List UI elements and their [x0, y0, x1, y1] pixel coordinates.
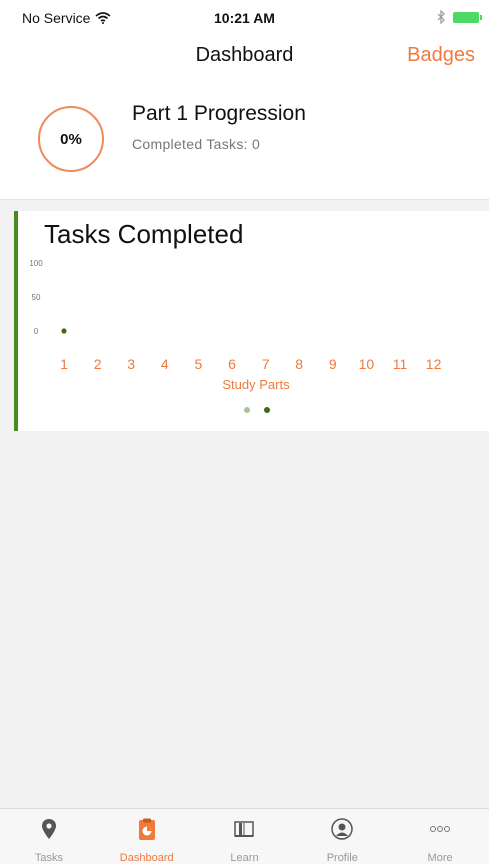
page-indicator-dot: [244, 407, 250, 413]
tasks-completed-card[interactable]: Tasks Completed 100 50 0 1 2 3 4 5 6 7 8 9 10 11 12 Stu…: [14, 211, 489, 431]
progress-percent: 0%: [60, 130, 82, 148]
y-tick-label: 100: [29, 259, 43, 268]
completed-tasks-label: Completed Tasks: 0: [132, 136, 261, 152]
map-pin-icon: [41, 819, 56, 839]
x-tick-label: 12: [426, 356, 442, 372]
tasks-chart: 1005001 2 3 4 5 6 7 8 9 10 11 12Study Parts: [29, 259, 442, 413]
status-bar: No Service 10:21 AM: [0, 0, 489, 36]
tab-profile[interactable]: Profile: [293, 809, 391, 864]
profile-icon: [331, 818, 354, 840]
page-indicator-dot: [264, 407, 270, 413]
tab-more[interactable]: More: [391, 809, 489, 864]
status-right: [437, 10, 482, 24]
x-tick-label: 1: [60, 356, 68, 372]
tab-tasks[interactable]: Tasks: [0, 809, 98, 864]
tab-label-more: More: [427, 852, 453, 864]
data-point: [61, 328, 67, 334]
tab-dashboard[interactable]: Dashboard: [98, 809, 196, 864]
x-tick-label: 8: [295, 356, 303, 372]
tab-learn[interactable]: Learn: [196, 809, 294, 864]
x-tick-label: 3: [127, 356, 135, 372]
x-tick-label: 4: [161, 356, 169, 372]
y-tick-label: 50: [32, 293, 41, 302]
more-dots-icon: [430, 826, 451, 832]
tab-label-learn: Learn: [230, 852, 259, 864]
x-tick-label: 6: [228, 356, 236, 372]
x-tick-label: 11: [393, 356, 408, 372]
tab-bar: Tasks Dashboard Learn Profile More: [0, 808, 489, 864]
x-axis-label: Study Parts: [222, 377, 290, 392]
tab-label-dashboard: Dashboard: [119, 852, 174, 864]
x-tick-label: 5: [195, 356, 203, 372]
book-icon: [234, 821, 255, 837]
badges-button[interactable]: Badges: [407, 44, 475, 67]
progress-title: Part 1 Progression: [132, 102, 306, 125]
nav-bar: Dashboard Badges: [0, 36, 489, 78]
x-tick-label: 9: [329, 356, 337, 372]
x-tick-label: 2: [94, 356, 102, 372]
tab-label-profile: Profile: [326, 852, 358, 864]
battery-icon: [453, 11, 482, 23]
bluetooth-icon: [437, 10, 445, 24]
y-tick-label: 0: [34, 327, 39, 336]
clipboard-chart-icon: [138, 818, 155, 840]
progress-ring: 0%: [38, 106, 104, 172]
x-tick-label: 7: [262, 356, 270, 372]
progress-card[interactable]: 0% Part 1 Progression Completed Tasks: 0: [0, 78, 489, 200]
status-time: 10:21 AM: [214, 10, 275, 26]
x-tick-label: 10: [359, 356, 375, 372]
tab-label-tasks: Tasks: [34, 852, 63, 864]
